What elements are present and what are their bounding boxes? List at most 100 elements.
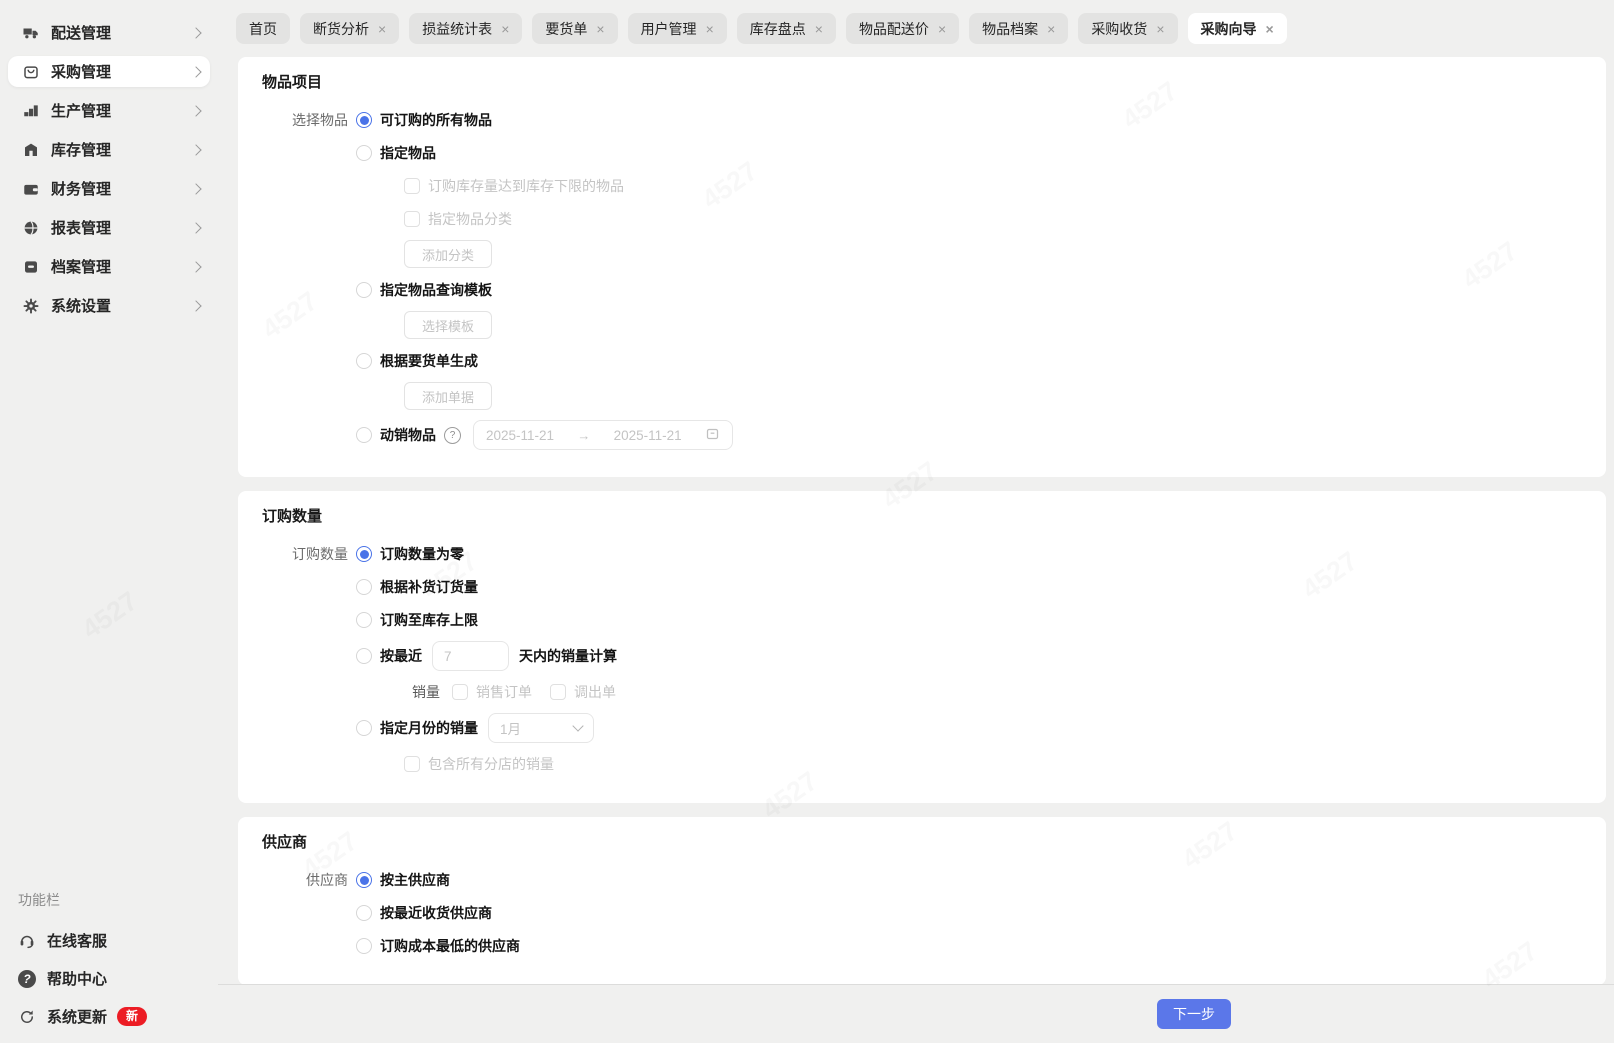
sidebar-footer-label: 在线客服 <box>47 933 108 950</box>
radio-quantity-zero[interactable]: 订购数量为零 <box>356 544 464 564</box>
checkbox-icon <box>452 684 468 700</box>
chevron-right-icon <box>190 26 202 39</box>
tab-stocktake[interactable]: 库存盘点 × <box>736 13 836 44</box>
sidebar-item-purchase[interactable]: 采购管理 <box>8 56 210 87</box>
sidebar: 配送管理 采购管理 生产管理 库存管理 财务管理 报表管理 档案管理 系统设置 … <box>0 0 218 1043</box>
sidebar-menu: 配送管理 采购管理 生产管理 库存管理 财务管理 报表管理 档案管理 系统设置 <box>0 0 218 321</box>
radio-replenishment-quantity[interactable]: 根据补货订货量 <box>356 577 478 597</box>
checkbox-include-all-branches[interactable]: 包含所有分店的销量 <box>404 754 554 774</box>
sidebar-item-settings[interactable]: 系统设置 <box>8 290 210 321</box>
chevron-right-icon <box>190 104 202 117</box>
checkbox-specified-category[interactable]: 指定物品分类 <box>404 209 512 229</box>
tab-home[interactable]: 首页 <box>236 13 290 44</box>
tab-purchase-wizard[interactable]: 采购向导 × <box>1187 13 1287 44</box>
form-row: 动销物品 ? 2025-11-21 → 2025-11-21 <box>262 420 1582 450</box>
tab-stockout-analysis[interactable]: 断货分析 × <box>300 13 400 44</box>
tab-item-delivery-price[interactable]: 物品配送价 × <box>845 13 960 44</box>
purchase-box-icon <box>22 63 40 81</box>
form-row: 包含所有分店的销量 <box>404 752 1582 776</box>
tab-purchase-receiving[interactable]: 采购收货 × <box>1078 13 1178 44</box>
sales-label: 销量 <box>412 684 440 700</box>
date-range-picker[interactable]: 2025-11-21 → 2025-11-21 <box>473 420 733 450</box>
checkbox-low-stock-items[interactable]: 订购库存量达到库存下限的物品 <box>404 176 624 196</box>
radio-icon <box>356 353 372 369</box>
form-row: 订购成本最低的供应商 <box>262 934 1582 958</box>
section-title: 供应商 <box>262 834 308 851</box>
tab-profit-loss-report[interactable]: 损益统计表 × <box>409 13 523 44</box>
close-icon[interactable]: × <box>596 22 604 36</box>
radio-generate-from-requisition[interactable]: 根据要货单生成 <box>356 351 478 371</box>
form-row: 添加分类 <box>404 240 1582 268</box>
sidebar-item-inventory[interactable]: 库存管理 <box>8 134 210 165</box>
month-select-value: 1月 <box>500 722 522 737</box>
form-row: 根据要货单生成 <box>262 349 1582 373</box>
radio-all-orderable-items[interactable]: 可订购的所有物品 <box>356 110 492 130</box>
radio-icon <box>356 905 372 921</box>
chevron-right-icon <box>190 65 202 78</box>
form-row: 指定物品分类 <box>404 207 1582 231</box>
sidebar-item-help-center[interactable]: ? 帮助中心 <box>8 968 210 989</box>
close-icon[interactable]: × <box>1047 22 1055 36</box>
form-row: 订购库存量达到库存下限的物品 <box>404 174 1582 198</box>
app-window: 配送管理 采购管理 生产管理 库存管理 财务管理 报表管理 档案管理 系统设置 … <box>0 0 1614 1043</box>
radio-recent-days-sales[interactable]: 按最近 <box>356 646 422 666</box>
next-step-button[interactable]: 下一步 <box>1157 999 1231 1029</box>
chevron-down-icon <box>572 720 584 732</box>
form-row: 指定月份的销量 1月 <box>262 713 1582 743</box>
days-input[interactable] <box>432 641 509 671</box>
sidebar-item-delivery[interactable]: 配送管理 <box>8 17 210 48</box>
close-icon[interactable]: × <box>378 22 386 36</box>
radio-specified-items[interactable]: 指定物品 <box>356 143 436 163</box>
chevron-right-icon <box>190 260 202 273</box>
form-row: 添加单据 <box>404 382 1582 410</box>
tab-user-management[interactable]: 用户管理 × <box>627 13 727 44</box>
sidebar-item-reports[interactable]: 报表管理 <box>8 212 210 243</box>
sidebar-item-online-support[interactable]: 在线客服 <box>8 930 210 951</box>
tab-requisition[interactable]: 要货单 × <box>532 13 618 44</box>
close-icon[interactable]: × <box>501 22 509 36</box>
radio-lowest-cost-supplier[interactable]: 订购成本最低的供应商 <box>356 936 520 956</box>
form-row: 选择物品 可订购的所有物品 <box>262 108 1582 132</box>
close-icon[interactable]: × <box>1156 22 1164 36</box>
close-icon[interactable]: × <box>706 22 714 36</box>
add-document-button[interactable]: 添加单据 <box>404 382 493 410</box>
section-item-scope: 物品项目 选择物品 可订购的所有物品 指定物品 订购库存量达到库存下限的物品 指… <box>238 57 1606 477</box>
close-icon[interactable]: × <box>1266 22 1274 36</box>
sidebar-item-finance[interactable]: 财务管理 <box>8 173 210 204</box>
field-label: 选择物品 <box>292 112 348 128</box>
checkbox-sales-order[interactable]: 销售订单 <box>452 682 532 702</box>
radio-icon <box>356 720 372 736</box>
form-row: 订购数量 订购数量为零 <box>262 542 1582 566</box>
sidebar-item-archives[interactable]: 档案管理 <box>8 251 210 282</box>
close-icon[interactable]: × <box>815 22 823 36</box>
help-icon[interactable]: ? <box>444 426 461 444</box>
checkbox-icon <box>404 178 420 194</box>
form-row: 指定物品 <box>262 141 1582 165</box>
radio-active-sales-items[interactable]: 动销物品 ? <box>356 425 461 445</box>
checkbox-icon <box>404 211 420 227</box>
tab-item-archive[interactable]: 物品档案 × <box>969 13 1069 44</box>
sidebar-item-label: 采购管理 <box>51 64 112 81</box>
sidebar-item-label: 配送管理 <box>51 25 112 42</box>
radio-latest-receiving-supplier[interactable]: 按最近收货供应商 <box>356 903 492 923</box>
radio-icon <box>356 872 372 888</box>
close-icon[interactable]: × <box>938 22 946 36</box>
radio-icon <box>356 648 372 664</box>
form-row: 供应商 按主供应商 <box>262 868 1582 892</box>
radio-primary-supplier[interactable]: 按主供应商 <box>356 870 450 890</box>
radio-item-query-template[interactable]: 指定物品查询模板 <box>356 280 492 300</box>
radio-month-sales[interactable]: 指定月份的销量 <box>356 718 478 738</box>
sidebar-item-label: 生产管理 <box>51 103 112 120</box>
month-select[interactable]: 1月 <box>488 713 594 743</box>
sidebar-item-production[interactable]: 生产管理 <box>8 95 210 126</box>
refresh-icon <box>18 1008 36 1026</box>
checkbox-transfer-out[interactable]: 调出单 <box>550 682 616 702</box>
field-label: 订购数量 <box>292 546 348 562</box>
form-row: 销量 销售订单 调出单 <box>412 680 1582 704</box>
radio-order-to-stock-upper-limit[interactable]: 订购至库存上限 <box>356 610 478 630</box>
sidebar-item-system-update[interactable]: 系统更新 新 <box>8 1006 210 1027</box>
add-category-button[interactable]: 添加分类 <box>404 240 493 268</box>
select-template-button[interactable]: 选择模板 <box>404 311 493 339</box>
radio-icon <box>356 579 372 595</box>
date-start: 2025-11-21 <box>486 427 555 443</box>
